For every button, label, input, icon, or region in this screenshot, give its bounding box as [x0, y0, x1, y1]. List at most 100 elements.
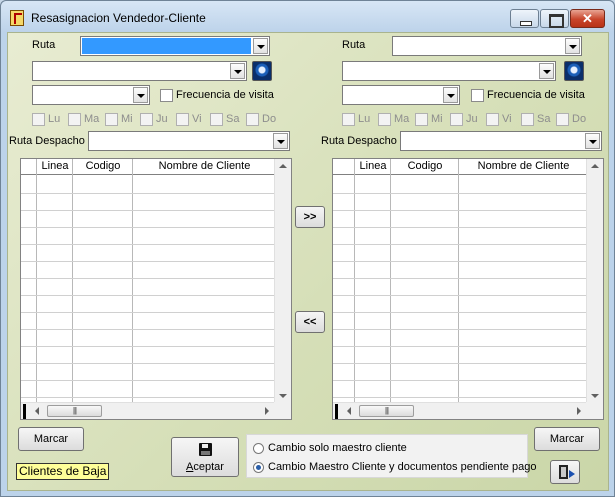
chevron-down-icon[interactable]	[273, 133, 288, 149]
right-grid-header: Linea Codigo Nombre de Cliente	[333, 159, 586, 175]
right-day-ma-label: Ma	[394, 113, 410, 125]
right-despacho-combo[interactable]	[400, 131, 602, 151]
scroll-thumb[interactable]: |||	[359, 405, 414, 417]
scroll-up-icon[interactable]	[591, 164, 599, 168]
move-left-button[interactable]: <<	[295, 311, 325, 333]
chevron-down-icon[interactable]	[230, 63, 245, 79]
left-grid-vertical-scrollbar[interactable]	[274, 159, 291, 402]
left-col-nombre[interactable]: Nombre de Cliente	[133, 160, 276, 172]
minimize-button[interactable]	[510, 9, 539, 28]
right-ruta-combo[interactable]	[392, 36, 582, 56]
chevron-down-icon[interactable]	[253, 38, 268, 54]
window-title: Resasignacion Vendedor-Cliente	[31, 11, 206, 25]
left-marcar-label: Marcar	[33, 433, 69, 445]
left-day-sa-checkbox[interactable]	[210, 113, 223, 126]
left-ruta-selection	[82, 38, 251, 54]
left-grid-horizontal-scrollbar[interactable]: |||	[21, 402, 274, 419]
left-day-ma-checkbox[interactable]	[68, 113, 81, 126]
right-day-ma-checkbox[interactable]	[378, 113, 391, 126]
scroll-corner	[586, 402, 603, 419]
right-grid-horizontal-scrollbar[interactable]: |||	[333, 402, 586, 419]
option-maestro-radio[interactable]	[253, 443, 264, 454]
chevron-down-icon[interactable]	[539, 63, 554, 79]
left-client-grid[interactable]: Linea Codigo Nombre de Cliente |||	[20, 158, 292, 420]
left-frecuencia-label: Frecuencia de visita	[176, 89, 274, 101]
aceptar-button[interactable]: Aceptar	[171, 437, 239, 477]
option-maestro-label[interactable]: Cambio solo maestro cliente	[268, 442, 407, 454]
right-day-lu-label: Lu	[358, 113, 371, 125]
maximize-button[interactable]	[540, 9, 569, 28]
form-client-area: Ruta Frecuencia de visita Lu Ma Mi Ju Vi…	[7, 32, 609, 491]
chevron-down-icon[interactable]	[133, 87, 148, 103]
right-col-codigo[interactable]: Codigo	[391, 160, 459, 172]
left-frecuencia-checkbox[interactable]	[160, 89, 173, 102]
left-grid-header: Linea Codigo Nombre de Cliente	[21, 159, 274, 175]
scroll-left-icon[interactable]	[347, 407, 351, 415]
save-disk-icon	[199, 443, 212, 456]
chevron-down-icon[interactable]	[443, 87, 458, 103]
left-day-ju-checkbox[interactable]	[140, 113, 153, 126]
scroll-down-icon[interactable]	[591, 394, 599, 398]
chevron-down-icon[interactable]	[585, 133, 600, 149]
scroll-right-icon[interactable]	[265, 407, 269, 415]
move-right-button[interactable]: >>	[295, 206, 325, 228]
right-day-ju-label: Ju	[466, 113, 478, 125]
right-day-do-label: Do	[572, 113, 587, 125]
left-day-lu-checkbox[interactable]	[32, 113, 45, 126]
right-grid-vertical-scrollbar[interactable]	[586, 159, 603, 402]
scroll-up-icon[interactable]	[279, 164, 287, 168]
chevron-down-icon[interactable]	[565, 38, 580, 54]
left-day-vi-checkbox[interactable]	[176, 113, 189, 126]
right-search-icon[interactable]	[564, 61, 584, 81]
aceptar-label: Aceptar	[186, 461, 224, 473]
right-day-do-checkbox[interactable]	[556, 113, 569, 126]
left-day-mi-checkbox[interactable]	[105, 113, 118, 126]
title-bar[interactable]: Resasignacion Vendedor-Cliente	[1, 1, 614, 32]
right-day-sa-checkbox[interactable]	[521, 113, 534, 126]
right-vendedor-combo[interactable]	[342, 61, 556, 81]
right-frecuencia-label: Frecuencia de visita	[487, 89, 585, 101]
left-frecuencia-combo[interactable]	[32, 85, 150, 105]
left-day-do-checkbox[interactable]	[246, 113, 259, 126]
scroll-thumb[interactable]: |||	[47, 405, 102, 417]
left-despacho-label: Ruta Despacho	[9, 135, 85, 147]
scroll-right-icon[interactable]	[577, 407, 581, 415]
option-maestro-documentos-label[interactable]: Cambio Maestro Cliente y documentos pend…	[268, 461, 536, 473]
scroll-left-icon[interactable]	[35, 407, 39, 415]
right-frecuencia-checkbox[interactable]	[471, 89, 484, 102]
change-options-panel: Cambio solo maestro cliente Cambio Maest…	[246, 434, 536, 478]
left-ruta-label: Ruta	[32, 39, 56, 51]
left-day-do-label: Do	[262, 113, 277, 125]
left-day-mi-label: Mi	[121, 113, 133, 125]
application-window: Resasignacion Vendedor-Cliente Ruta Frec…	[0, 0, 615, 497]
right-client-grid[interactable]: Linea Codigo Nombre de Cliente |||	[332, 158, 604, 420]
right-day-ju-checkbox[interactable]	[450, 113, 463, 126]
left-day-vi-label: Vi	[192, 113, 202, 125]
left-col-linea[interactable]: Linea	[37, 160, 73, 172]
left-col-codigo[interactable]: Codigo	[73, 160, 133, 172]
right-col-nombre[interactable]: Nombre de Cliente	[459, 160, 588, 172]
right-frecuencia-combo[interactable]	[342, 85, 460, 105]
clientes-de-baja-badge[interactable]: Clientes de Baja	[16, 463, 110, 480]
scroll-corner	[274, 402, 291, 419]
left-day-lu-label: Lu	[48, 113, 61, 125]
left-vendedor-combo[interactable]	[32, 61, 247, 81]
left-search-icon[interactable]	[252, 61, 272, 81]
right-col-linea[interactable]: Linea	[355, 160, 391, 172]
right-day-mi-checkbox[interactable]	[415, 113, 428, 126]
option-maestro-documentos-radio[interactable]	[253, 462, 264, 473]
right-marcar-button[interactable]: Marcar	[534, 427, 600, 451]
close-button[interactable]	[570, 9, 605, 28]
left-despacho-combo[interactable]	[88, 131, 290, 151]
row-marker	[335, 404, 338, 419]
right-day-vi-checkbox[interactable]	[486, 113, 499, 126]
exit-door-icon	[559, 465, 575, 479]
right-day-lu-checkbox[interactable]	[342, 113, 355, 126]
left-day-ju-label: Ju	[156, 113, 168, 125]
right-day-vi-label: Vi	[502, 113, 512, 125]
right-ruta-label: Ruta	[342, 39, 366, 51]
scroll-down-icon[interactable]	[279, 394, 287, 398]
exit-button[interactable]	[550, 460, 580, 484]
left-ruta-combo[interactable]	[80, 36, 270, 56]
left-marcar-button[interactable]: Marcar	[18, 427, 84, 451]
